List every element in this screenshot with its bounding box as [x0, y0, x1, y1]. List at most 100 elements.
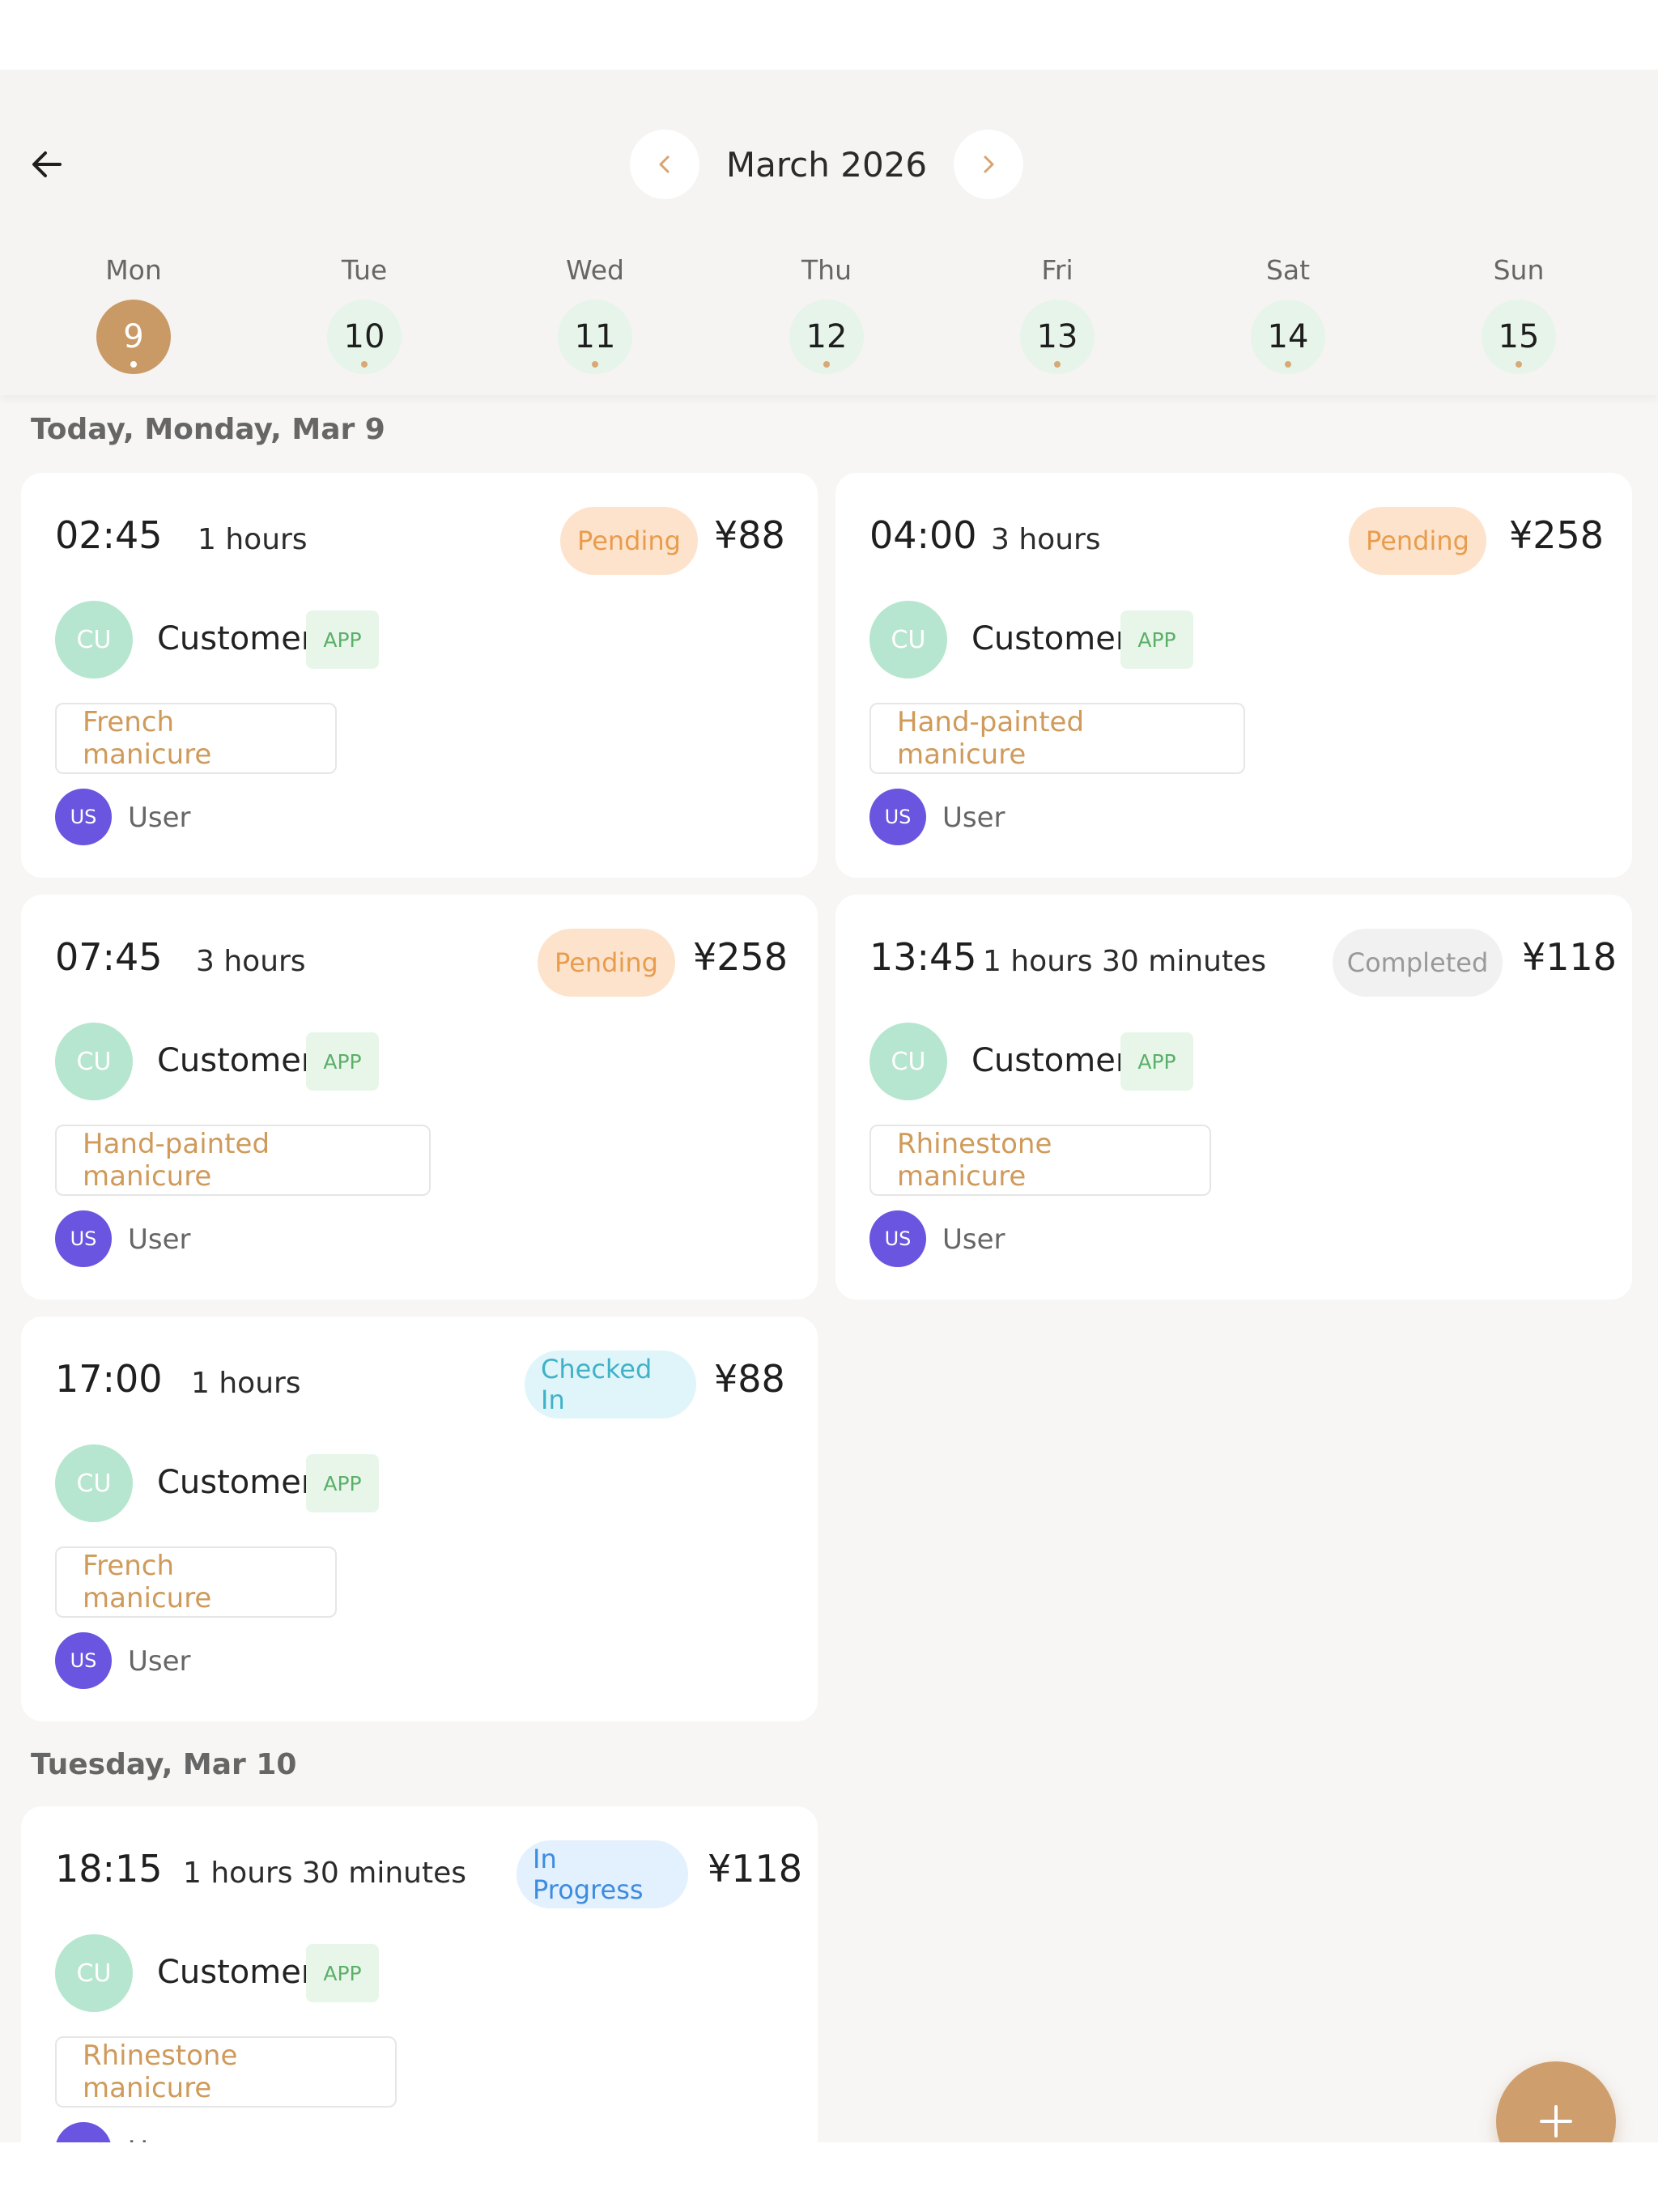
user-avatar: US	[55, 2122, 112, 2142]
plus-icon	[1540, 2105, 1572, 2138]
next-month-button[interactable]	[954, 130, 1023, 199]
back-button[interactable]	[21, 138, 73, 190]
date-section-heading: Today, Monday, Mar 9	[31, 413, 385, 446]
assigned-user-name: User	[942, 802, 1005, 834]
appointment-price: ¥118	[1522, 935, 1618, 979]
appointment-card[interactable]: 02:45 1 hours Pending ¥88 CU Customer APP Frenc…	[21, 473, 818, 878]
source-badge: APP	[306, 1944, 379, 2002]
date-circle: 12	[789, 300, 864, 374]
day-name-label: Tue	[341, 254, 388, 286]
status-badge: Pending	[1349, 507, 1486, 575]
appointment-duration: 3 hours	[196, 945, 306, 978]
schedule-screen: March 2026 Mon 9 Tue 10 Wed 11 Thu 12 Fri 13 Sat 14…	[0, 70, 1658, 2142]
customer-name: Customer	[157, 620, 315, 657]
status-badge: Checked In	[525, 1351, 696, 1419]
appointment-indicator-dot	[1285, 361, 1291, 368]
appointment-indicator-dot	[1054, 361, 1061, 368]
date-circle: 10	[327, 300, 402, 374]
status-badge: Completed	[1333, 929, 1503, 997]
previous-month-button[interactable]	[630, 130, 699, 199]
appointment-indicator-dot	[1516, 361, 1522, 368]
source-badge: APP	[306, 1454, 379, 1512]
appointment-price: ¥88	[714, 513, 785, 557]
appointment-time: 07:45	[55, 935, 163, 979]
assigned-user-name: User	[128, 1645, 191, 1678]
user-avatar: US	[55, 789, 112, 845]
assigned-user-name: User	[942, 1223, 1005, 1256]
day-sat[interactable]: Sat 14	[1239, 246, 1337, 376]
appointment-price: ¥118	[708, 1847, 803, 1891]
appointment-card[interactable]: 13:45 1 hours 30 minutes Completed ¥118 CU Cu…	[835, 895, 1632, 1300]
customer-avatar: CU	[55, 1444, 133, 1522]
selected-date: 9	[96, 300, 171, 374]
user-avatar: US	[55, 1210, 112, 1267]
service-tag: Hand-painted manicure	[869, 703, 1245, 774]
service-tag: Hand-painted manicure	[55, 1125, 431, 1196]
user-avatar: US	[869, 1210, 926, 1267]
date-number: 9	[123, 318, 144, 355]
appointment-duration: 1 hours 30 minutes	[183, 1857, 466, 1890]
service-tag: French manicure	[55, 1546, 337, 1618]
date-circle: 15	[1482, 300, 1556, 374]
appointment-time: 13:45	[869, 935, 977, 979]
appointment-time: 04:00	[869, 513, 977, 557]
date-circle: 13	[1020, 300, 1095, 374]
day-name-label: Sun	[1493, 254, 1545, 286]
date-number: 15	[1498, 318, 1540, 355]
status-bar	[0, 0, 1658, 70]
date-number: 12	[806, 318, 848, 355]
day-sun[interactable]: Sun 15	[1470, 246, 1567, 376]
chevron-right-icon	[984, 155, 994, 173]
appointment-time: 18:15	[55, 1847, 163, 1891]
appointment-indicator-dot	[592, 361, 598, 368]
customer-name: Customer	[971, 620, 1129, 657]
day-wed[interactable]: Wed 11	[546, 246, 644, 376]
service-tag: French manicure	[55, 703, 337, 774]
appointment-duration: 1 hours	[198, 523, 308, 556]
source-badge: APP	[306, 1032, 379, 1091]
assigned-user-name: User	[128, 2135, 191, 2142]
appointment-card[interactable]: 18:15 1 hours 30 minutes In Progress ¥118 CU…	[21, 1806, 818, 2142]
date-circle: 11	[558, 300, 632, 374]
day-name-label: Thu	[801, 254, 852, 286]
calendar-header: March 2026 Mon 9 Tue 10 Wed 11 Thu 12 Fri 13 Sat 14…	[0, 70, 1658, 395]
appointment-card[interactable]: 04:00 3 hours Pending ¥258 CU Customer APP Hand…	[835, 473, 1632, 878]
source-badge: APP	[306, 610, 379, 669]
appointment-card[interactable]: 17:00 1 hours Checked In ¥88 CU Customer APP Fr…	[21, 1317, 818, 1721]
date-section-heading: Tuesday, Mar 10	[31, 1748, 297, 1781]
source-badge: APP	[1120, 1032, 1193, 1091]
date-number: 11	[574, 318, 616, 355]
week-strip: Mon 9 Tue 10 Wed 11 Thu 12 Fri 13 Sat 14 Sun 15	[0, 246, 1658, 376]
day-fri[interactable]: Fri 13	[1009, 246, 1106, 376]
day-tue[interactable]: Tue 10	[316, 246, 413, 376]
customer-avatar: CU	[55, 1023, 133, 1100]
status-badge: Pending	[538, 929, 675, 997]
customer-name: Customer	[971, 1042, 1129, 1079]
day-name-label: Mon	[105, 254, 162, 286]
customer-name: Customer	[157, 1464, 315, 1501]
appointment-card[interactable]: 07:45 3 hours Pending ¥258 CU Customer APP Hand…	[21, 895, 818, 1300]
appointment-duration: 3 hours	[991, 523, 1101, 556]
assigned-user-name: User	[128, 802, 191, 834]
appointment-indicator-dot	[823, 361, 830, 368]
appointment-price: ¥258	[1509, 513, 1605, 557]
customer-name: Customer	[157, 1954, 315, 1991]
appointment-price: ¥258	[693, 935, 789, 979]
customer-avatar: CU	[869, 1023, 947, 1100]
bottom-safe-area	[0, 2142, 1658, 2212]
appointment-indicator-dot	[361, 361, 368, 368]
service-tag: Rhinestone manicure	[869, 1125, 1211, 1196]
customer-avatar: CU	[869, 601, 947, 678]
day-thu[interactable]: Thu 12	[778, 246, 875, 376]
appointment-duration: 1 hours 30 minutes	[983, 945, 1266, 978]
day-name-label: Fri	[1041, 254, 1073, 286]
chevron-left-icon	[659, 155, 670, 173]
source-badge: APP	[1120, 610, 1193, 669]
day-name-label: Wed	[566, 254, 624, 286]
date-circle: 14	[1251, 300, 1325, 374]
date-number: 13	[1036, 318, 1078, 355]
date-number: 14	[1267, 318, 1309, 355]
add-appointment-button[interactable]	[1496, 2061, 1616, 2142]
day-mon[interactable]: Mon 9	[85, 246, 182, 376]
customer-avatar: CU	[55, 601, 133, 678]
